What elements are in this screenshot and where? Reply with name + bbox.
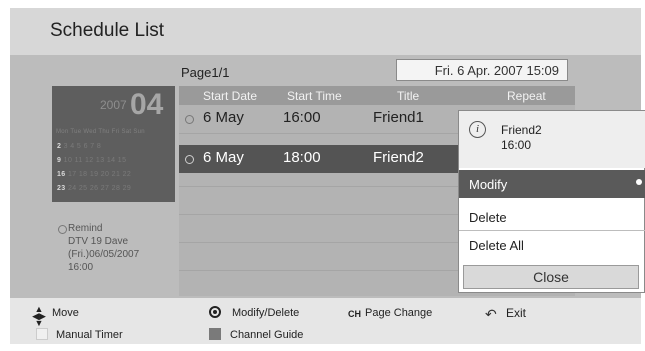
row-start-date: 6 May — [203, 149, 244, 166]
row-start-date: 6 May — [203, 109, 244, 126]
popup-program-time: 16:00 — [501, 138, 532, 152]
column-header-title: Title — [397, 89, 420, 103]
remind-time: 16:00 — [68, 262, 94, 273]
column-header-start-time: Start Time — [287, 89, 342, 103]
calendar-week: 23 24 25 26 27 28 29 — [57, 185, 132, 192]
page-indicator: Page1/1 — [181, 65, 230, 80]
manual-timer-swatch — [36, 328, 48, 340]
remind-label: Remind — [68, 223, 103, 234]
table-header: Start Date Start Time Title Repeat — [179, 86, 575, 105]
remind-clock-icon — [58, 225, 67, 234]
menu-item-delete-all[interactable]: Delete All — [459, 231, 645, 259]
column-header-start-date: Start Date — [203, 89, 258, 103]
popup-program-name: Friend2 — [501, 123, 542, 137]
selection-cursor-icon — [636, 179, 642, 185]
clock-icon — [185, 115, 194, 124]
options-popup: i Friend2 16:00 Modify Delete Delete All… — [458, 110, 645, 293]
channel-guide-label: Channel Guide — [230, 329, 304, 341]
title-bar: Schedule List — [10, 8, 641, 55]
move-label: Move — [52, 307, 79, 319]
calendar-year: 2007 — [100, 98, 127, 112]
column-header-repeat: Repeat — [507, 89, 546, 103]
channel-guide-swatch — [209, 328, 221, 340]
menu-item-modify[interactable]: Modify — [459, 170, 645, 198]
channel-updown-icon: CH — [348, 309, 361, 319]
row-start-time: 16:00 — [283, 109, 321, 126]
exit-label: Exit — [506, 306, 527, 320]
calendar-week: 16 17 18 19 20 21 22 — [57, 171, 132, 178]
remind-date: (Fri.)06/05/2007 — [68, 249, 140, 260]
ok-button-icon — [209, 306, 221, 318]
calendar-week: 9 10 11 12 13 14 15 — [57, 157, 127, 164]
menu-item-delete[interactable]: Delete — [459, 203, 645, 231]
modify-delete-label: Modify/Delete — [232, 307, 300, 319]
remind-channel: DTV 19 Dave — [68, 236, 129, 247]
manual-timer-label: Manual Timer — [56, 329, 123, 341]
page-title: Schedule List — [50, 20, 165, 41]
clock-icon — [185, 155, 194, 164]
row-title: Friend1 — [373, 109, 424, 126]
calendar-days-header: Mon Tue Wed Thu Fri Sat Sun — [56, 129, 145, 135]
close-button[interactable]: Close — [463, 265, 639, 289]
calendar-month: 04 — [130, 88, 164, 121]
four-way-arrows-icon: ▲ ◀▶ ▼ — [32, 304, 46, 328]
page-change-label: Page Change — [365, 307, 433, 319]
current-datetime: Fri. 6 Apr. 2007 15:09 — [396, 59, 568, 81]
mini-calendar: 2007 04 Mon Tue Wed Thu Fri Sat Sun 2 3 … — [52, 86, 175, 202]
calendar-week: 2 3 4 5 6 7 8 — [57, 143, 102, 150]
row-title: Friend2 — [373, 149, 424, 166]
exit-return-icon: ↶ — [485, 306, 497, 322]
footer-legend: ▲ ◀▶ ▼ Move Manual Timer Modify/Delete Cha… — [10, 298, 641, 344]
info-icon: i — [469, 121, 486, 138]
row-start-time: 18:00 — [283, 149, 321, 166]
popup-info: i Friend2 16:00 — [459, 111, 645, 168]
